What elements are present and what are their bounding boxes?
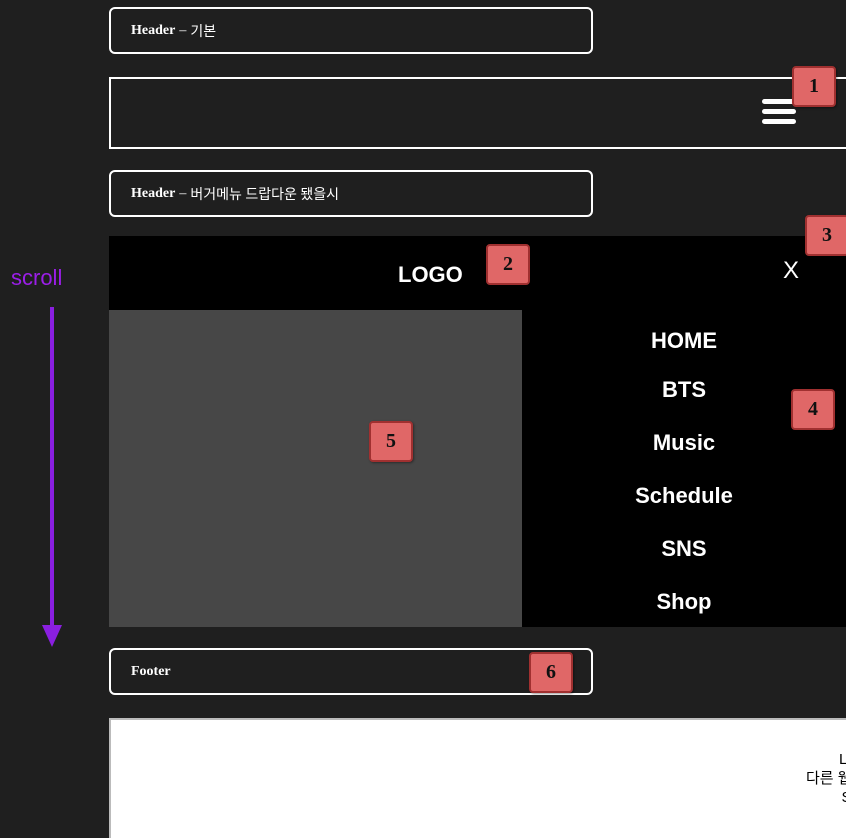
dropdown-header-bar xyxy=(109,236,846,310)
header-basic-label: Header – 기본 xyxy=(109,7,593,54)
logo[interactable]: LOGO xyxy=(398,262,463,288)
label-description: 기본 xyxy=(190,24,217,40)
annotation-badge-4: 4 xyxy=(791,389,835,430)
nav-item-schedule[interactable]: Schedule xyxy=(522,483,846,509)
dropdown-nav-panel: HOME BTS Music Schedule SNS Shop xyxy=(522,310,846,627)
annotation-badge-2: 2 xyxy=(486,244,530,285)
close-button[interactable]: X xyxy=(783,257,799,285)
nav-item-home[interactable]: HOME xyxy=(522,328,846,354)
label-separator: – xyxy=(179,22,187,38)
footer-text: LI 다른 웹 S xyxy=(761,750,846,807)
annotation-badge-1: 1 xyxy=(792,66,836,107)
label-title: Footer xyxy=(131,663,171,679)
footer-frame: LI 다른 웹 S xyxy=(109,718,846,838)
footer-line: S xyxy=(761,788,846,807)
footer-label: Footer xyxy=(109,648,593,695)
hamburger-menu-icon[interactable] xyxy=(762,99,796,129)
basic-header-frame xyxy=(109,77,846,149)
annotation-badge-5: 5 xyxy=(369,421,413,462)
label-title: Header xyxy=(131,185,176,201)
nav-item-sns[interactable]: SNS xyxy=(522,536,846,562)
nav-item-music[interactable]: Music xyxy=(522,430,846,456)
scroll-label: scroll xyxy=(11,265,63,290)
nav-item-shop[interactable]: Shop xyxy=(522,589,846,615)
scroll-arrow-icon xyxy=(42,625,62,647)
content-placeholder xyxy=(109,310,522,627)
label-separator: – xyxy=(179,185,187,201)
scroll-arrow-line xyxy=(50,307,54,629)
annotation-badge-3: 3 xyxy=(805,215,846,256)
footer-line: 다른 웹 xyxy=(805,770,846,787)
annotation-badge-6: 6 xyxy=(529,652,573,693)
label-description: 버거메뉴 드랍다운 됐을시 xyxy=(190,187,340,203)
label-title: Header xyxy=(131,22,176,38)
footer-line: LI xyxy=(839,751,846,768)
header-dropdown-label: Header – 버거메뉴 드랍다운 됐을시 xyxy=(109,170,593,217)
